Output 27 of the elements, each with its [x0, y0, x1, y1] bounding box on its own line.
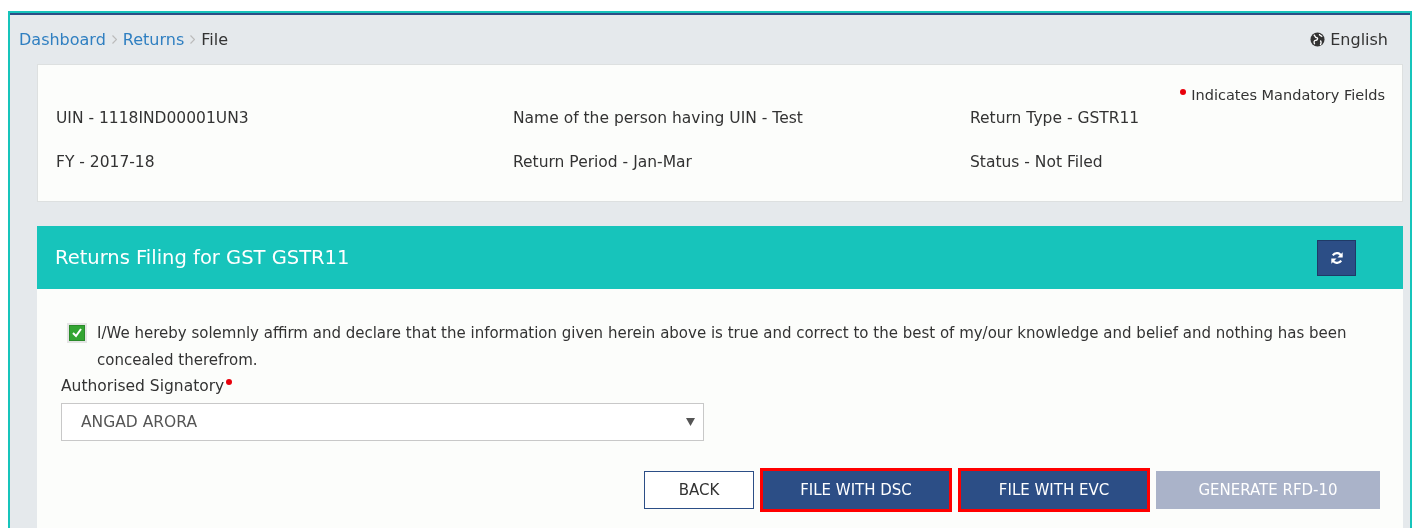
chevron-icon [111, 34, 117, 44]
info-text: Return Period - Jan-Mar [513, 153, 693, 171]
action-button[interactable]: FILE WITH EVC [958, 468, 1150, 512]
action-button[interactable]: FILE WITH DSC [760, 468, 952, 512]
info-text: Return Type - GSTR11 [970, 109, 1141, 127]
globe-icon [1310, 31, 1326, 47]
signatory-dropdown[interactable]: ANGAD ARORA [61, 403, 704, 441]
refresh-icon [1329, 250, 1344, 265]
panel-title: Returns Filing for GST GSTR11 [55, 246, 350, 269]
info-text: Name of the person having UIN - Test [513, 109, 804, 127]
refresh-button[interactable] [1317, 239, 1356, 276]
chevron-icon [190, 34, 196, 44]
language-selector[interactable]: English [1330, 29, 1388, 49]
checkbox[interactable] [67, 323, 87, 343]
breadcrumb-current: File [201, 29, 229, 49]
caret-icon [686, 418, 695, 426]
required-dot [1180, 89, 1187, 95]
action-button[interactable]: BACK [644, 471, 754, 509]
info-text: FY - 2017-18 [56, 153, 156, 171]
info-text: UIN - 1118IND00001UN3 [56, 109, 250, 127]
declaration-text: I/We hereby solemnly affirm and declare that the information given herein above is true and correct to the best of my/our knowledge and belief and nothing has been concealed therefrom. [97, 323, 1348, 371]
breadcrumb-link[interactable]: Dashboard [19, 29, 106, 49]
field-label: Authorised Signatory [61, 377, 225, 395]
mandatory-note: Indicates Mandatory Fields [1191, 87, 1385, 103]
check-icon [70, 326, 84, 340]
info-text: Status - Not Filed [970, 153, 1104, 171]
breadcrumb-link[interactable]: Returns [122, 29, 185, 49]
